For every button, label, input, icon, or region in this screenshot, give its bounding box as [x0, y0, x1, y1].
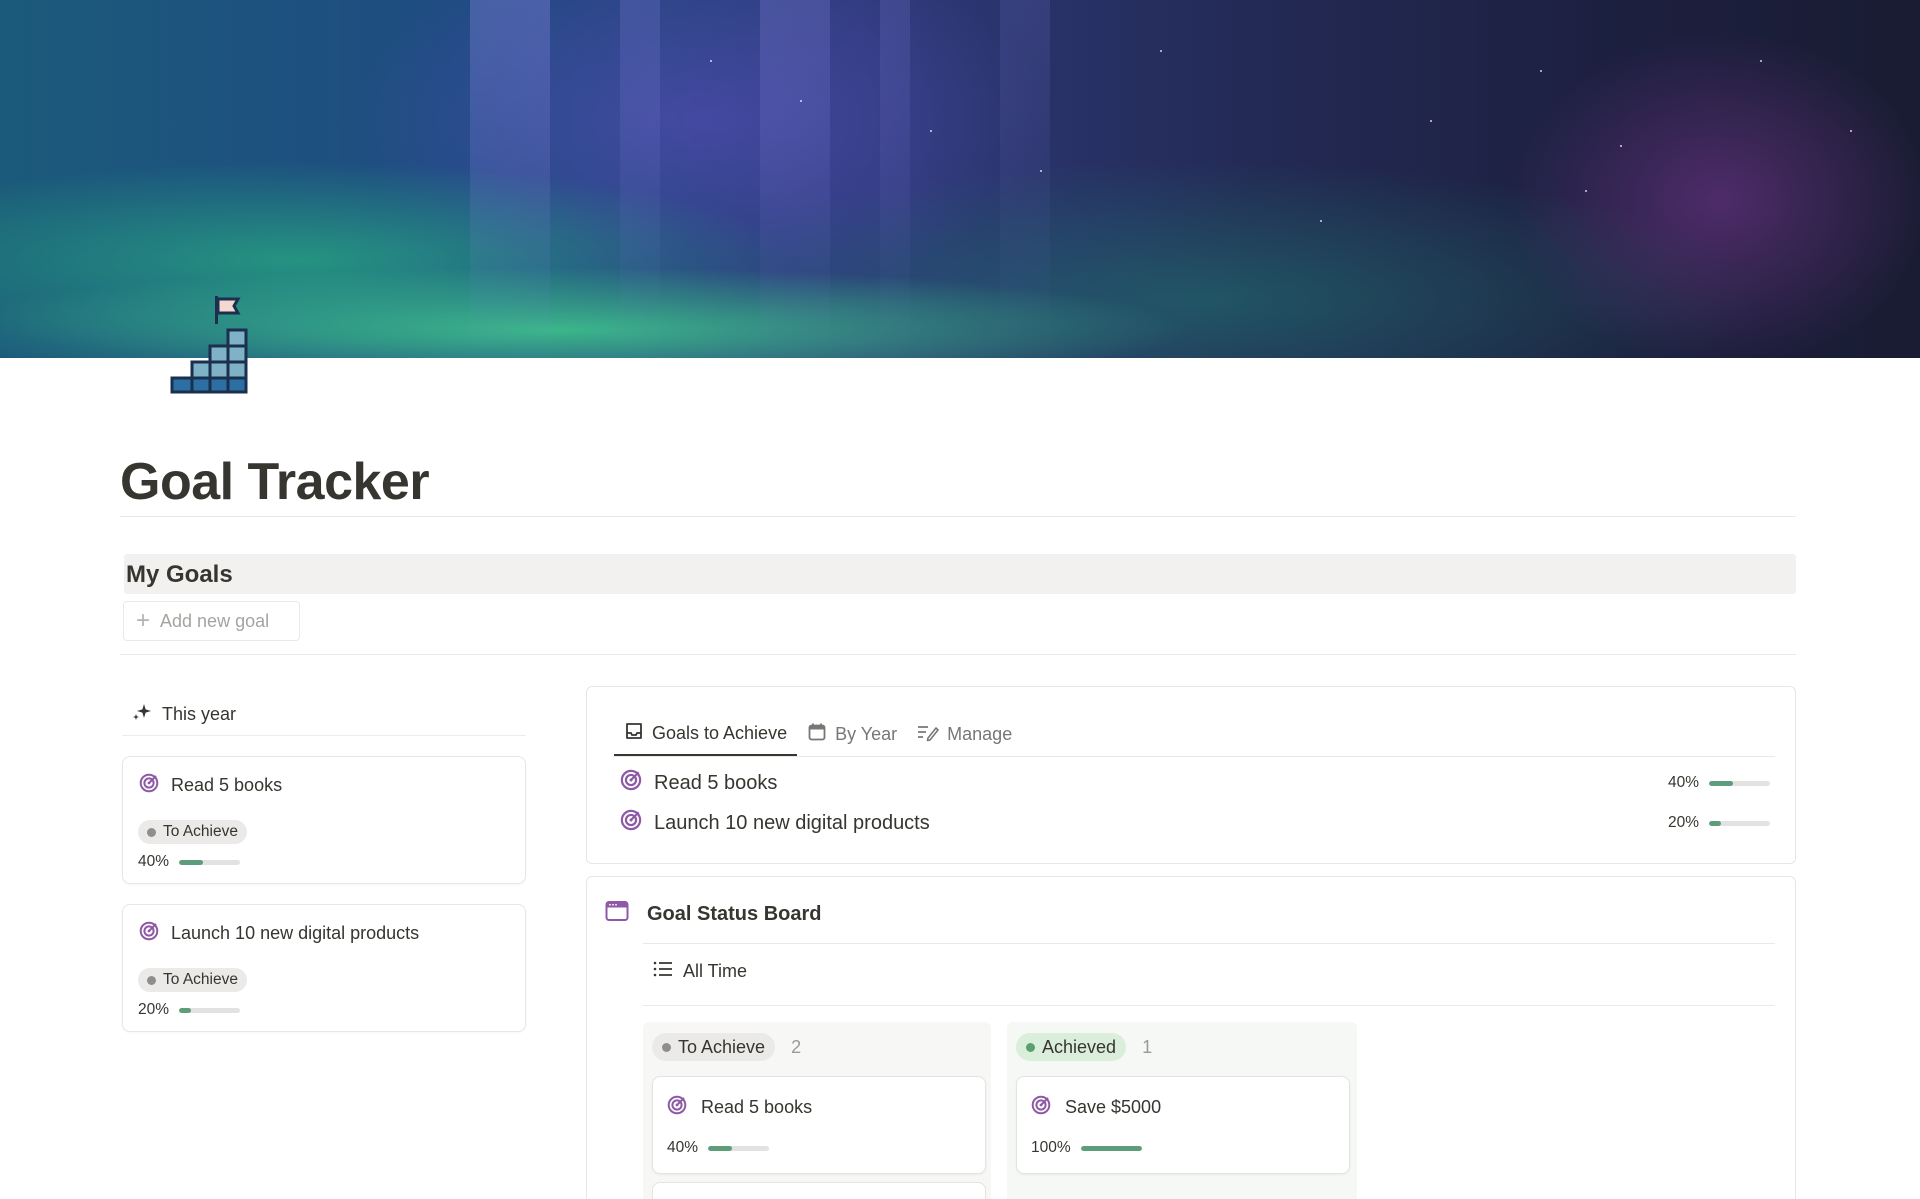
goal-name: Launch 10 new digital products	[171, 923, 420, 943]
progress: 40%	[138, 853, 241, 871]
target-icon	[1031, 1095, 1051, 1120]
status-label: Achieved	[1042, 1036, 1117, 1057]
progress-value: 20%	[1667, 814, 1699, 831]
progress-bar	[708, 1145, 770, 1151]
board-column-achieved: Achieved 1 Save $5000 100%	[1007, 1022, 1357, 1199]
add-new-goal-button[interactable]: + Add new goal	[123, 601, 300, 641]
progress: 20%	[138, 1001, 241, 1019]
board-card[interactable]: Save $5000 100%	[1016, 1076, 1350, 1174]
view-tabs: Goals to Achieve By Year Manage	[614, 712, 1022, 756]
board-card[interactable]: Read 5 books 40%	[652, 1076, 986, 1174]
goal-name: Read 5 books	[654, 771, 778, 794]
tab-label: By Year	[835, 723, 898, 744]
view-label: All Time	[683, 961, 748, 981]
list-item[interactable]: Read 5 books 40%	[620, 764, 1770, 802]
board-header: Goal Status Board	[605, 900, 821, 928]
page: Goal Tracker My Goals + Add new goal Thi…	[0, 0, 1920, 1199]
calendar-icon	[807, 722, 827, 747]
sparkles-icon	[132, 703, 152, 726]
progress-bar	[1709, 820, 1770, 826]
progress-bar	[1709, 780, 1770, 786]
target-icon	[620, 769, 642, 797]
status-label: To Achieve	[163, 971, 238, 988]
column-count: 2	[791, 1036, 802, 1057]
tab-label: Manage	[947, 723, 1013, 744]
target-icon	[139, 921, 159, 946]
progress-value: 100%	[1031, 1139, 1071, 1156]
this-year-label: This year	[162, 704, 237, 724]
add-new-goal-label: Add new goal	[160, 610, 270, 631]
stairs-flag-icon	[168, 296, 250, 394]
progress: 100%	[1031, 1139, 1142, 1157]
progress-bar	[179, 1007, 241, 1013]
this-year-view-tab[interactable]: This year	[122, 694, 526, 736]
tab-manage[interactable]: Manage	[907, 712, 1022, 756]
progress: 40%	[1668, 774, 1770, 792]
list-icon	[653, 960, 673, 983]
board-card[interactable]	[652, 1182, 986, 1199]
divider	[120, 654, 1796, 655]
progress-bar	[1080, 1145, 1142, 1151]
progress-value: 40%	[138, 853, 170, 870]
plus-icon: +	[136, 607, 151, 634]
status-badge: To Achieve	[652, 1033, 776, 1061]
goal-name: Read 5 books	[171, 775, 283, 795]
status-label: To Achieve	[678, 1036, 766, 1057]
list-item[interactable]: Launch 10 new digital products 20%	[620, 804, 1770, 842]
goal-card[interactable]: Read 5 books To Achieve 40%	[122, 756, 526, 884]
window-icon	[605, 900, 629, 928]
my-goals-heading: My Goals	[126, 561, 233, 588]
divider	[120, 516, 1796, 517]
divider	[643, 943, 1775, 944]
goal-name: Read 5 books	[701, 1097, 813, 1117]
target-icon	[667, 1095, 687, 1120]
goal-name: Save $5000	[1065, 1097, 1162, 1117]
board-title: Goal Status Board	[647, 902, 822, 925]
column-count: 1	[1142, 1036, 1153, 1057]
tab-label: Goals to Achieve	[652, 722, 788, 743]
target-icon	[620, 809, 642, 837]
progress-value: 40%	[667, 1139, 699, 1156]
status-badge: To Achieve	[138, 968, 247, 992]
cover-image	[0, 0, 1920, 358]
tab-goals-to-achieve[interactable]: Goals to Achieve	[614, 712, 798, 756]
progress: 20%	[1668, 814, 1770, 832]
tab-by-year[interactable]: By Year	[797, 712, 907, 756]
target-icon	[139, 773, 159, 798]
goal-name: Launch 10 new digital products	[654, 811, 930, 834]
progress: 40%	[667, 1139, 770, 1157]
progress-bar	[179, 859, 241, 865]
inbox-icon	[624, 721, 644, 746]
divider	[643, 1005, 1775, 1006]
my-goals-heading-block: My Goals	[124, 554, 1796, 594]
status-badge: Achieved	[1016, 1033, 1127, 1061]
goal-card[interactable]: Launch 10 new digital products To Achiev…	[122, 904, 526, 1032]
status-badge: To Achieve	[138, 820, 247, 844]
board-view-tab[interactable]: All Time	[653, 960, 747, 983]
board-column-to-achieve: To Achieve 2 Read 5 books 40%	[643, 1022, 991, 1199]
status-label: To Achieve	[163, 823, 238, 840]
progress-value: 40%	[1667, 774, 1699, 791]
divider	[613, 756, 1775, 757]
page-title: Goal Tracker	[120, 453, 430, 511]
progress-value: 20%	[138, 1001, 170, 1018]
edit-list-icon	[917, 722, 939, 747]
